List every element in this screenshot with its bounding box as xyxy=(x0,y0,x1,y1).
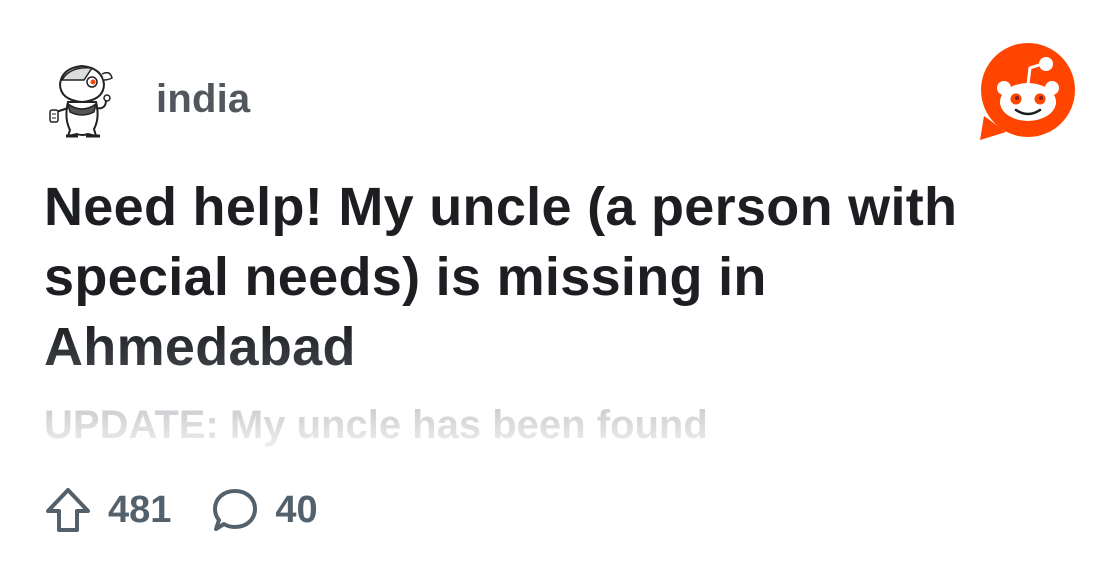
post-subtitle: UPDATE: My uncle has been found xyxy=(44,400,708,450)
comment-count: 40 xyxy=(275,488,318,531)
upvote-count: 481 xyxy=(108,488,172,531)
reddit-logo-icon[interactable] xyxy=(978,42,1078,142)
upvote-arrow-icon[interactable] xyxy=(44,486,92,534)
post-stats: 481 40 xyxy=(44,484,318,536)
post-header: india xyxy=(44,56,250,142)
comments-button[interactable]: 40 xyxy=(211,486,318,534)
post-card[interactable]: india Need help! My uncle (a person with… xyxy=(0,0,1120,584)
upvote-button[interactable]: 481 xyxy=(44,486,171,534)
subreddit-name[interactable]: india xyxy=(156,77,250,122)
comment-bubble-icon[interactable] xyxy=(211,486,259,534)
post-title[interactable]: Need help! My uncle (a person with speci… xyxy=(44,172,1044,382)
subreddit-avatar-icon[interactable] xyxy=(44,56,120,142)
